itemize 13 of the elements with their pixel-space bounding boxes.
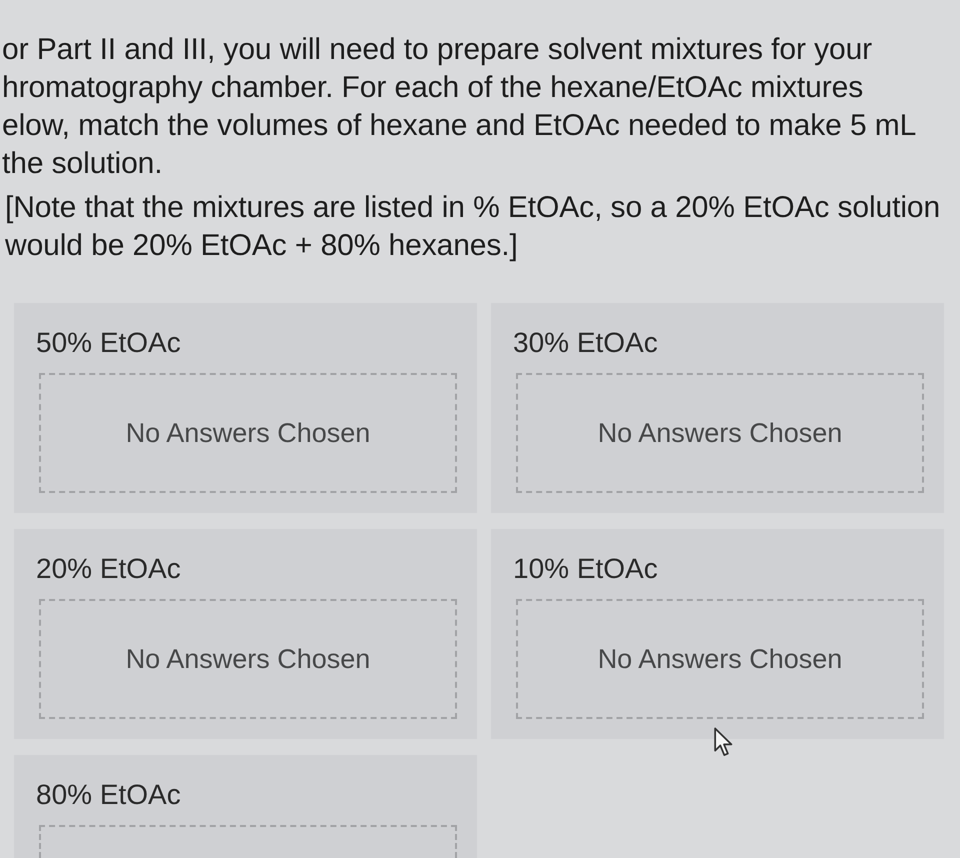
instructions-text: or Part II and III, you will need to prepare solvent mixtures for your hromatography chamber. For each of the hexane/EtOAc mixtures elow, match the volumes of hexane and EtOAc needed to make 5 mL the solution. <box>1 32 918 182</box>
answer-drop-zone[interactable]: No Answers Chosen <box>39 373 457 493</box>
note-text: [Note that the mixtures are listed in % EtOAc, so a 20% EtOAc solution would be 20% EtOAc + 80% hexanes.] <box>4 190 942 264</box>
mixture-label: 10% EtOAc <box>513 553 658 585</box>
mixture-label: 30% EtOAc <box>513 327 658 359</box>
answer-drop-zone[interactable] <box>39 825 457 858</box>
cursor-icon <box>713 727 735 758</box>
mixture-label: 50% EtOAc <box>36 327 181 359</box>
answer-drop-zone[interactable]: No Answers Chosen <box>39 599 457 719</box>
mixture-label: 20% EtOAc <box>36 553 181 585</box>
mixture-label: 80% EtOAc <box>36 779 181 811</box>
answer-drop-zone[interactable]: No Answers Chosen <box>516 373 924 493</box>
answer-drop-zone[interactable]: No Answers Chosen <box>516 599 924 719</box>
